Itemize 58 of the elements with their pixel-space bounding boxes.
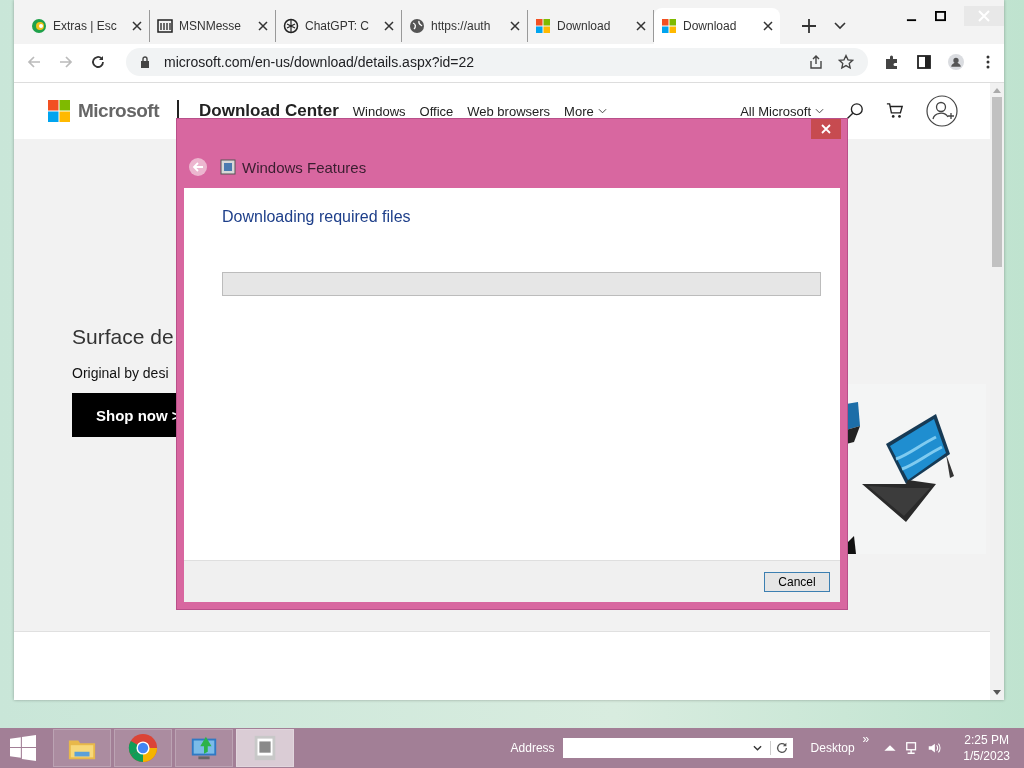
address-input[interactable] — [562, 738, 793, 758]
all-microsoft-link[interactable]: All Microsoft — [740, 103, 811, 119]
taskbar-app[interactable] — [114, 729, 172, 767]
browser-tab[interactable]: Extras | Esc — [24, 10, 150, 42]
cart-icon[interactable] — [886, 102, 904, 120]
reload-icon[interactable] — [90, 54, 106, 70]
scroll-down-icon[interactable] — [993, 690, 1001, 696]
new-tab-icon[interactable] — [802, 19, 816, 33]
program-box-icon — [220, 159, 236, 175]
browser-tab[interactable]: ChatGPT: C — [276, 10, 402, 42]
chevron-down-icon — [597, 108, 607, 114]
circle-logo-icon — [31, 18, 47, 34]
close-tab-icon[interactable] — [510, 21, 520, 31]
account-icon[interactable] — [926, 95, 958, 127]
browser-tab[interactable]: https://auth — [402, 10, 528, 42]
close-tab-icon[interactable] — [636, 21, 646, 31]
close-tab-icon[interactable] — [763, 21, 773, 31]
nav-link[interactable]: More — [564, 103, 594, 119]
lock-icon[interactable] — [140, 56, 150, 68]
speaker-icon[interactable] — [927, 741, 942, 755]
building-icon — [157, 18, 173, 34]
share-icon[interactable] — [808, 54, 824, 70]
four-squares-icon — [535, 18, 551, 34]
dialog-title: Windows Features — [242, 158, 367, 176]
back-icon[interactable] — [188, 157, 208, 177]
hero-subtitle: Original by desi — [72, 365, 169, 381]
address-toolbar-label: Address — [510, 741, 555, 755]
globe-icon — [409, 18, 425, 34]
chrome-logo-icon — [128, 733, 158, 763]
profile-icon[interactable] — [948, 54, 964, 70]
nav-link[interactable]: Office — [419, 103, 454, 119]
browser-tab[interactable]: Download — [654, 8, 780, 44]
scrollbar-thumb[interactable] — [992, 97, 1002, 267]
close-dialog-icon[interactable] — [811, 119, 841, 139]
windows-start-icon[interactable] — [10, 735, 36, 761]
search-icon[interactable] — [846, 102, 864, 120]
tab-list-chevron-icon[interactable] — [834, 22, 846, 30]
close-tab-icon[interactable] — [384, 21, 394, 31]
close-tab-icon[interactable] — [132, 21, 142, 31]
address-bar[interactable]: microsoft.com/en-us/download/details.aspx?id=22 — [126, 48, 868, 76]
star-icon[interactable] — [838, 54, 854, 70]
status-message: Downloading required files — [222, 208, 412, 226]
browser-tab[interactable]: Download — [528, 10, 654, 42]
four-squares-icon — [661, 18, 677, 34]
hero-heading: Surface de — [72, 325, 174, 349]
four-squares-logo-icon[interactable] — [48, 100, 70, 122]
nav-link[interactable]: Web browsers — [467, 103, 551, 119]
maximize-icon[interactable] — [935, 10, 946, 22]
chevron-down-icon — [815, 108, 824, 114]
taskbar-app[interactable] — [236, 729, 294, 767]
dropdown-caret-icon[interactable] — [752, 745, 762, 751]
cancel-button[interactable]: Cancel — [764, 571, 830, 592]
puzzle-icon[interactable] — [884, 54, 900, 70]
browser-tab[interactable]: MSNMesse — [150, 10, 276, 42]
side-panel-icon[interactable] — [916, 54, 932, 70]
section-title[interactable]: Download Center — [199, 101, 339, 121]
nav-link[interactable]: Windows — [352, 103, 406, 119]
close-tab-icon[interactable] — [258, 21, 268, 31]
